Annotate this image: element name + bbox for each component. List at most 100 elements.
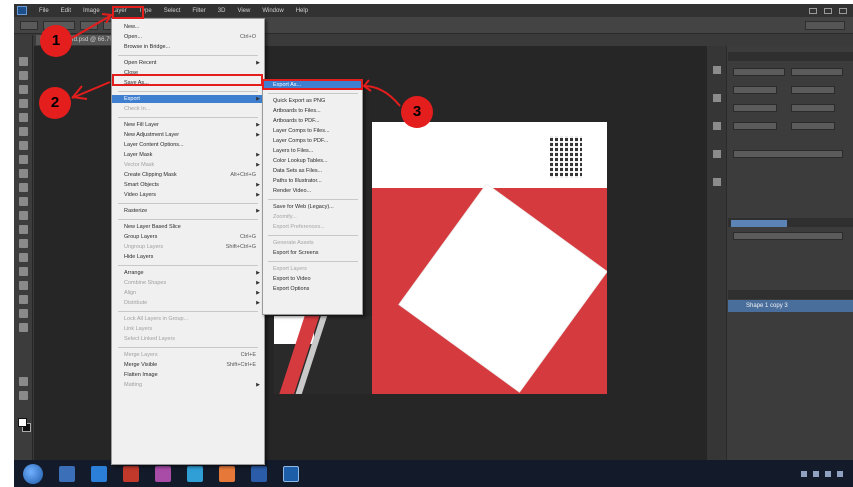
menu-item[interactable]: Create Clipping Mask Alt+Ctrl+G: [112, 171, 264, 179]
word-icon[interactable]: [251, 465, 267, 482]
submenu-item[interactable]: Layer Comps to Files...: [263, 127, 362, 135]
type-tool-icon[interactable]: [19, 267, 28, 276]
transform-controls-checkbox[interactable]: [80, 20, 98, 30]
menu-item[interactable]: Browse in Bridge...: [112, 43, 264, 51]
app-icon[interactable]: [155, 465, 171, 482]
font-family-field[interactable]: [733, 68, 785, 76]
menu-item[interactable]: Smart Objects ▶: [112, 181, 264, 189]
gradient-tool-icon[interactable]: [19, 211, 28, 220]
tray-up-arrow-icon[interactable]: [801, 470, 807, 477]
marquee-tool-icon[interactable]: [19, 71, 28, 80]
character-panel-icon[interactable]: [713, 122, 721, 130]
brushes-panel-icon[interactable]: [713, 178, 721, 186]
move-tool-icon[interactable]: [19, 57, 28, 66]
network-icon[interactable]: [813, 470, 819, 477]
menu-item[interactable]: Layer Mask ▶: [112, 151, 264, 159]
paragraph-options[interactable]: [733, 232, 843, 240]
business-card-artboard[interactable]: [372, 122, 607, 394]
history-brush-tool-icon[interactable]: [19, 183, 28, 192]
file-explorer-icon[interactable]: [59, 465, 75, 482]
lasso-tool-icon[interactable]: [19, 85, 28, 94]
submenu-item[interactable]: Paths to Illustrator...: [263, 177, 362, 185]
submenu-item[interactable]: Layer Comps to PDF...: [263, 137, 362, 145]
layers-panel-header[interactable]: [728, 290, 853, 299]
submenu-item[interactable]: Export Options: [263, 285, 362, 293]
submenu-item[interactable]: Render Video...: [263, 187, 362, 195]
submenu-item[interactable]: Export for Screens: [263, 249, 362, 257]
workspace-switcher[interactable]: [805, 20, 845, 30]
submenu-item[interactable]: Color Lookup Tables...: [263, 157, 362, 165]
properties-panel-icon[interactable]: [713, 94, 721, 102]
menu-help[interactable]: Help: [290, 8, 314, 14]
volume-icon[interactable]: [825, 470, 831, 477]
blur-tool-icon[interactable]: [19, 225, 28, 234]
submenu-item[interactable]: Export to Video: [263, 275, 362, 283]
start-button-icon[interactable]: [23, 463, 43, 484]
path-selection-tool-icon[interactable]: [19, 281, 28, 290]
menu-item[interactable]: Open Recent ▶: [112, 59, 264, 67]
close-icon[interactable]: [839, 7, 847, 14]
acrobat-icon[interactable]: [123, 465, 139, 482]
submenu-item[interactable]: Artboards to Files...: [263, 107, 362, 115]
tracking-field[interactable]: [791, 104, 835, 112]
vertical-scale-field[interactable]: [733, 122, 777, 130]
eyedropper-tool-icon[interactable]: [19, 127, 28, 136]
menu-select[interactable]: Select: [158, 8, 187, 14]
menu-3d[interactable]: 3D: [212, 8, 232, 14]
menu-item[interactable]: Video Layers ▶: [112, 191, 264, 199]
photoshop-taskbar-icon[interactable]: [283, 465, 299, 482]
menu-edit[interactable]: Edit: [55, 8, 77, 14]
character-panel-header[interactable]: [728, 52, 853, 61]
font-style-field[interactable]: [791, 68, 843, 76]
foreground-color-swatch[interactable]: [18, 418, 27, 427]
menu-item[interactable]: Export ▶: [112, 95, 264, 103]
shape-tool-icon[interactable]: [19, 295, 28, 304]
menu-view[interactable]: View: [231, 8, 256, 14]
selected-layer-row[interactable]: Shape 1 copy 3: [728, 300, 853, 312]
menu-item[interactable]: New Adjustment Layer ▶: [112, 131, 264, 139]
quick-mask-icon[interactable]: [19, 391, 28, 400]
zoom-tool-icon[interactable]: [19, 323, 28, 332]
menu-item[interactable]: Hide Layers: [112, 253, 264, 261]
quick-select-tool-icon[interactable]: [19, 99, 28, 108]
menu-filter[interactable]: Filter: [186, 8, 211, 14]
submenu-item[interactable]: Data Sets as Files...: [263, 167, 362, 175]
maximize-icon[interactable]: [824, 7, 832, 14]
menu-item[interactable]: New Layer Based Slice: [112, 223, 264, 231]
submenu-item[interactable]: Quick Export as PNG: [263, 97, 362, 105]
tool-preset-picker[interactable]: [20, 20, 38, 30]
menu-item[interactable]: Flatten Image: [112, 371, 264, 379]
submenu-item[interactable]: Save for Web (Legacy)...: [263, 203, 362, 211]
menu-item[interactable]: Open... Ctrl+O: [112, 33, 264, 41]
browser-icon[interactable]: [187, 465, 203, 482]
brush-tool-icon[interactable]: [19, 155, 28, 164]
menu-item[interactable]: New Fill Layer ▶: [112, 121, 264, 129]
menu-window[interactable]: Window: [256, 8, 289, 14]
hand-tool-icon[interactable]: [19, 309, 28, 318]
menu-item[interactable]: Group Layers Ctrl+G: [112, 233, 264, 241]
font-size-field[interactable]: [733, 86, 777, 94]
submenu-item[interactable]: Artboards to PDF...: [263, 117, 362, 125]
crop-tool-icon[interactable]: [19, 113, 28, 122]
menu-item[interactable]: Rasterize ▶: [112, 207, 264, 215]
kerning-field[interactable]: [733, 104, 777, 112]
eraser-tool-icon[interactable]: [19, 197, 28, 206]
clone-stamp-tool-icon[interactable]: [19, 169, 28, 178]
menu-file[interactable]: File: [33, 8, 55, 14]
pen-tool-icon[interactable]: [19, 253, 28, 262]
minimize-icon[interactable]: [809, 7, 817, 14]
submenu-item[interactable]: Layers to Files...: [263, 147, 362, 155]
paragraph-panel-icon[interactable]: [713, 150, 721, 158]
dodge-tool-icon[interactable]: [19, 239, 28, 248]
media-player-icon[interactable]: [91, 465, 107, 482]
text-style-buttons[interactable]: [733, 150, 843, 158]
menu-item[interactable]: New...: [112, 23, 264, 31]
menu-item[interactable]: Merge Visible Shift+Ctrl+E: [112, 361, 264, 369]
healing-brush-tool-icon[interactable]: [19, 141, 28, 150]
firefox-icon[interactable]: [219, 465, 235, 482]
horizontal-scale-field[interactable]: [791, 122, 835, 130]
active-panel-tab[interactable]: [731, 220, 787, 227]
edit-toolbar-icon[interactable]: [19, 377, 28, 386]
leading-field[interactable]: [791, 86, 835, 94]
language-icon[interactable]: [837, 470, 843, 477]
